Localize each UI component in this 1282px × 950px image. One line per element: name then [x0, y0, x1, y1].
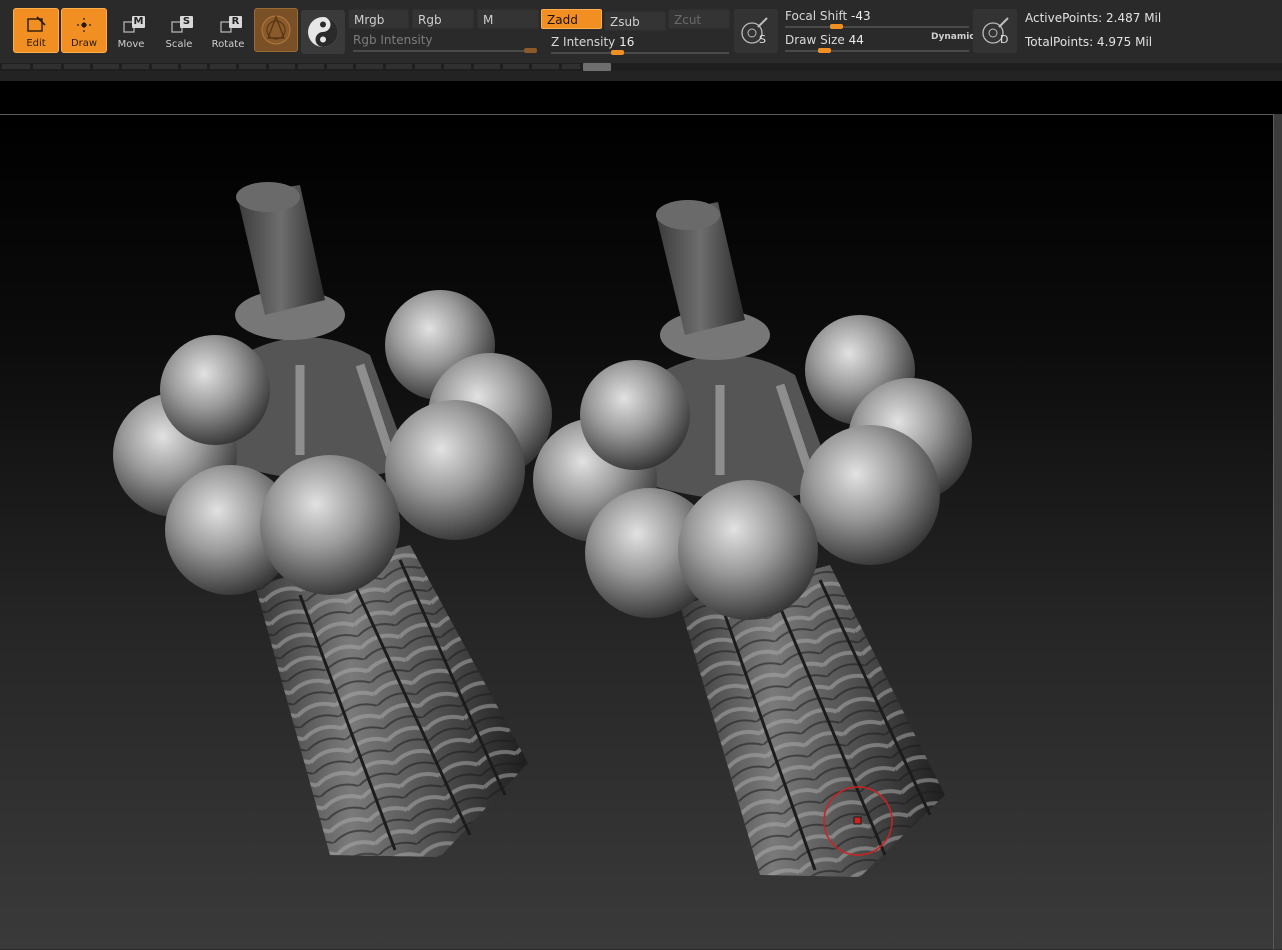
divider: [0, 71, 1282, 81]
strip-cell: [93, 64, 119, 69]
brush-target-icon: [741, 17, 768, 44]
rotate-button[interactable]: R Rotate: [205, 8, 251, 53]
strip-cell: [562, 64, 580, 69]
total-points-readout: TotalPoints: 4.975 Mil: [1025, 35, 1153, 49]
mrgb-button[interactable]: Mrgb: [348, 9, 409, 29]
draw-size-value: 44: [848, 33, 864, 47]
strip-cell: [181, 64, 207, 69]
z-intensity-slider[interactable]: [551, 52, 729, 54]
strip-cell: [239, 64, 266, 69]
move-shortcut-badge: M: [132, 16, 145, 28]
strip-cell: [122, 64, 149, 69]
strip-cell: [503, 64, 529, 69]
dynamic-brush-badge: D: [1000, 33, 1009, 46]
active-points-readout: ActivePoints: 2.487 Mil: [1025, 11, 1162, 25]
strip-cell: [474, 64, 500, 69]
focal-shift-knob[interactable]: [830, 24, 843, 29]
strip-cell: [327, 64, 353, 69]
edit-button[interactable]: Edit: [13, 8, 59, 53]
scale-button[interactable]: S Scale: [156, 8, 202, 53]
brush-target-icon: [982, 17, 1009, 44]
strip-cell: [415, 64, 441, 69]
rotate-shortcut-badge: R: [229, 16, 242, 28]
strip-cell: [532, 64, 559, 69]
lazy-mouse-button[interactable]: S: [734, 9, 778, 53]
tool-tray-scroll-thumb[interactable]: [583, 63, 611, 71]
strip-cell: [298, 64, 324, 69]
stroke-icon: [308, 17, 338, 47]
draw-button[interactable]: Draw: [61, 8, 107, 53]
top-toolbar: Edit Draw M Move S Scale R Rotate Mrgb R…: [0, 0, 1282, 62]
canvas-header-band: [0, 81, 1282, 114]
material-sphere-icon: [261, 15, 291, 45]
viewport-canvas[interactable]: [0, 114, 1274, 949]
rgb-intensity-knob[interactable]: [524, 48, 537, 53]
stroke-button[interactable]: [301, 10, 345, 54]
dynamic-brush-button[interactable]: D: [973, 9, 1017, 53]
rgb-intensity-label: Rgb Intensity: [353, 33, 433, 47]
zcut-button[interactable]: Zcut: [668, 9, 730, 29]
rgb-button[interactable]: Rgb: [412, 9, 474, 29]
z-intensity-label: Z Intensity 16: [551, 35, 634, 49]
m-button[interactable]: M: [477, 9, 539, 29]
sculpt-model-left: [113, 182, 552, 857]
z-intensity-value: 16: [619, 35, 635, 49]
zsub-button[interactable]: Zsub: [604, 11, 666, 31]
focal-shift-slider[interactable]: [785, 26, 969, 28]
viewport-right-edge: [1274, 114, 1282, 949]
strip-cell: [444, 64, 471, 69]
rgb-intensity-slider[interactable]: [353, 50, 536, 52]
sculpt-render: [113, 182, 972, 877]
draw-icon: [77, 18, 91, 32]
draw-label: Draw: [70, 38, 98, 49]
rotate-label: Rotate: [211, 39, 245, 50]
strip-cell: [269, 64, 295, 69]
move-label: Move: [117, 39, 145, 50]
focal-shift-label-text: Focal Shift: [785, 9, 848, 23]
z-intensity-knob[interactable]: [611, 50, 624, 55]
focal-shift-label: Focal Shift -43: [785, 9, 871, 23]
strip-cell: [64, 64, 90, 69]
sculpt-model-right: [533, 200, 972, 877]
strip-cell: [356, 64, 383, 69]
draw-size-label: Draw Size 44: [785, 33, 864, 47]
edit-label: Edit: [26, 38, 46, 49]
strip-cell: [152, 64, 178, 69]
strip-cell: [386, 64, 412, 69]
draw-size-knob[interactable]: [818, 48, 831, 53]
lazy-mouse-badge: S: [759, 33, 766, 46]
move-button[interactable]: M Move: [108, 8, 154, 53]
draw-size-label-text: Draw Size: [785, 33, 845, 47]
brush-cursor-icon: [823, 786, 893, 856]
scale-shortcut-badge: S: [180, 16, 193, 28]
scale-label: Scale: [165, 39, 193, 50]
draw-size-slider[interactable]: [785, 50, 969, 52]
strip-cell: [33, 64, 61, 69]
dynamic-toggle[interactable]: Dynamic: [931, 32, 975, 42]
z-intensity-label-text: Z Intensity: [551, 35, 616, 49]
strip-cell: [210, 64, 236, 69]
strip-cell: [2, 64, 30, 69]
material-button[interactable]: [254, 8, 298, 52]
focal-shift-value: -43: [851, 9, 871, 23]
edit-icon: [27, 16, 46, 32]
tool-tray-scrollbar[interactable]: [0, 63, 1282, 71]
zadd-button[interactable]: Zadd: [541, 9, 602, 29]
